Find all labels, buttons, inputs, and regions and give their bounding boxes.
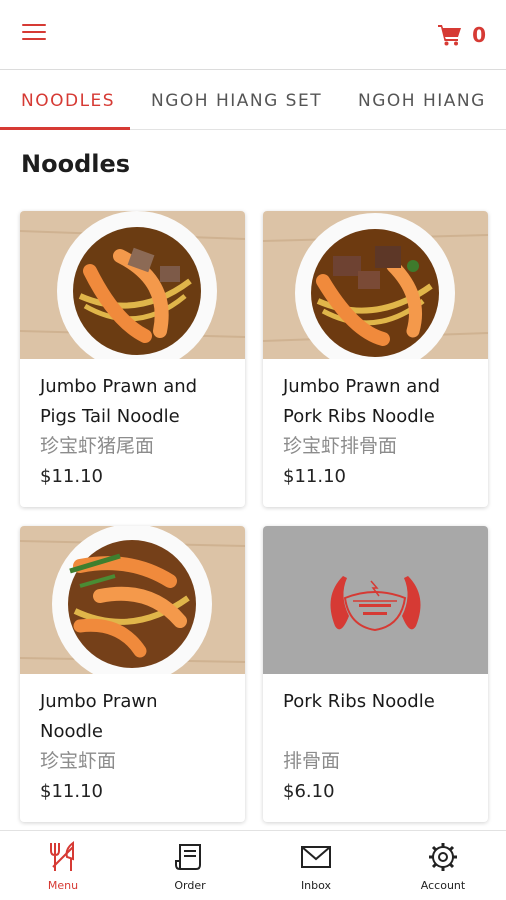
product-price: $11.10	[283, 466, 346, 487]
nav-label: Inbox	[300, 879, 332, 892]
tab-ngoh-hiang-set[interactable]: NGOH HIANG SET	[151, 71, 322, 129]
hamburger-line	[22, 31, 46, 33]
tab-ngoh-hiang[interactable]: NGOH HIANG	[358, 71, 486, 129]
hamburger-line	[22, 38, 46, 40]
shopping-cart-icon	[438, 25, 462, 46]
product-name: Jumbo Prawn Noodle	[40, 691, 158, 742]
product-name-chinese: 珍宝虾面	[40, 751, 117, 772]
product-card-prawn-pigs-tail[interactable]: Jumbo Prawn and Pigs Tail Noodle 珍宝虾猪尾面 …	[20, 211, 245, 507]
product-image	[263, 211, 488, 359]
product-name-chinese: 排骨面	[283, 751, 341, 772]
nav-inbox[interactable]: Inbox	[253, 831, 379, 900]
nav-label: Order	[174, 879, 206, 892]
fork-knife-icon	[50, 841, 74, 871]
product-price: $6.10	[283, 781, 335, 802]
nav-order[interactable]: Order	[127, 831, 253, 900]
tab-noodles[interactable]: NOODLES	[21, 71, 115, 129]
placeholder-logo-image	[263, 526, 488, 674]
active-tab-indicator	[0, 127, 130, 130]
section-title: Noodles	[21, 150, 131, 178]
product-price: $11.10	[40, 781, 103, 802]
nav-label: Account	[420, 879, 466, 892]
gear-icon	[429, 843, 457, 871]
bottom-navigation: Menu Order Inbox Account	[0, 830, 506, 900]
product-card-prawn-pork-ribs[interactable]: Jumbo Prawn and Pork Ribs Noodle 珍宝虾排骨面 …	[263, 211, 488, 507]
product-card-prawn-noodle[interactable]: Jumbo Prawn Noodle 珍宝虾面 $11.10	[20, 526, 245, 822]
product-name-chinese: 珍宝虾排骨面	[283, 436, 398, 457]
hamburger-menu-button[interactable]	[22, 24, 48, 46]
nav-label: Menu	[47, 879, 79, 892]
nav-account[interactable]: Account	[380, 831, 506, 900]
nav-menu[interactable]: Menu	[0, 831, 126, 900]
product-price: $11.10	[40, 466, 103, 487]
receipt-icon	[175, 844, 201, 870]
product-image	[20, 526, 245, 674]
category-tabs: NOODLES NGOH HIANG SET NGOH HIANG	[0, 71, 506, 130]
cart-count: 0	[472, 23, 486, 47]
cart-button[interactable]: 0	[438, 20, 486, 50]
top-bar: 0	[0, 0, 506, 70]
product-name: Jumbo Prawn and Pigs Tail Noodle	[40, 376, 198, 427]
product-image	[20, 211, 245, 359]
product-card-pork-ribs-noodle[interactable]: Pork Ribs Noodle 排骨面 $6.10	[263, 526, 488, 822]
envelope-icon	[301, 846, 331, 868]
product-name: Pork Ribs Noodle	[283, 691, 435, 712]
product-name-chinese: 珍宝虾猪尾面	[40, 436, 155, 457]
product-name: Jumbo Prawn and Pork Ribs Noodle	[283, 376, 441, 427]
hamburger-icon	[22, 24, 46, 26]
